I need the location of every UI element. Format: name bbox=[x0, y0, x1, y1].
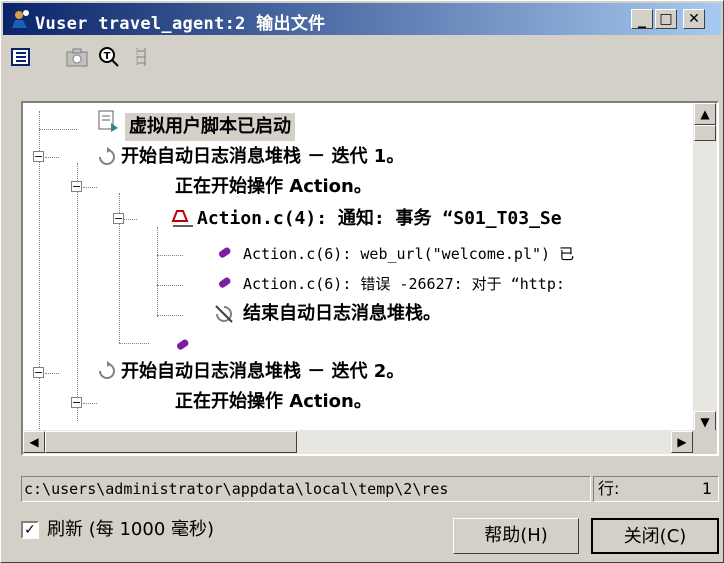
collapse-toggle[interactable]: − bbox=[33, 367, 44, 378]
horizontal-scrollbar[interactable]: ◀ ▶ bbox=[23, 430, 695, 454]
tree-connector bbox=[83, 403, 97, 404]
status-path: c:\users\administrator\appdata\local\tem… bbox=[21, 476, 591, 502]
collapse-toggle[interactable]: − bbox=[71, 397, 82, 408]
detail-view-icon[interactable] bbox=[9, 45, 33, 69]
tree-connector bbox=[83, 187, 97, 188]
pen-icon bbox=[176, 339, 189, 350]
list-item[interactable]: 正在开始操作 Action。 bbox=[175, 387, 372, 417]
tree-connector bbox=[45, 373, 59, 374]
notify-icon bbox=[171, 210, 193, 227]
cycle-icon bbox=[99, 361, 115, 379]
svg-text:T: T bbox=[104, 51, 111, 62]
list-item[interactable]: 开始自动日志消息堆栈 － 迭代 1。 bbox=[121, 142, 404, 172]
tree-connector bbox=[123, 219, 137, 220]
output-window: Vuser travel_agent:2 输出文件 _ □ ✕ T − − − … bbox=[0, 0, 724, 563]
toolbar: T bbox=[7, 45, 307, 73]
status-line: 行: 1 bbox=[593, 476, 719, 502]
refresh-checkbox[interactable]: ✓ bbox=[21, 521, 39, 539]
maximize-button[interactable]: □ bbox=[655, 9, 677, 29]
tree-connector bbox=[157, 315, 183, 316]
list-item[interactable]: 正在开始操作 Action。 bbox=[175, 172, 372, 202]
scroll-thumb[interactable] bbox=[45, 431, 297, 453]
list-item[interactable]: Action.c(6): 错误 -26627: 对于 “http: bbox=[243, 269, 565, 299]
snapshot-icon[interactable] bbox=[65, 45, 89, 69]
tree-connector bbox=[157, 255, 183, 256]
tree-connector bbox=[119, 343, 149, 344]
close-window-button[interactable]: ✕ bbox=[683, 9, 705, 29]
log-tree-view[interactable]: − − − − − 虚拟用户脚本已启动 开始自动日志消息堆栈 － 迭代 1。 正… bbox=[21, 101, 719, 456]
scroll-thumb[interactable] bbox=[694, 125, 716, 141]
line-label: 行: bbox=[598, 479, 620, 498]
line-value: 1 bbox=[701, 479, 712, 498]
tree-icon[interactable] bbox=[131, 45, 155, 69]
minimize-icon: _ bbox=[638, 9, 646, 28]
pen-icon bbox=[218, 277, 231, 288]
tree-connector bbox=[45, 157, 59, 158]
scroll-corner bbox=[693, 430, 717, 454]
tree-content: − − − − − 虚拟用户脚本已启动 开始自动日志消息堆栈 － 迭代 1。 正… bbox=[23, 103, 695, 433]
list-item[interactable]: 结束自动日志消息堆栈。 bbox=[243, 299, 441, 329]
scroll-up-button[interactable]: ▲ bbox=[694, 103, 716, 125]
list-item[interactable]: Action.c(6): web_url("welcome.pl") 已 bbox=[243, 239, 574, 269]
list-item[interactable]: 虚拟用户脚本已启动 bbox=[125, 113, 295, 141]
tree-connector bbox=[157, 285, 183, 286]
collapse-toggle[interactable]: − bbox=[71, 181, 82, 192]
tree-connector bbox=[39, 129, 77, 130]
title-bar[interactable]: Vuser travel_agent:2 输出文件 _ □ ✕ bbox=[3, 3, 721, 35]
vuser-icon bbox=[12, 10, 29, 28]
doc-icon bbox=[98, 110, 118, 132]
scroll-left-button[interactable]: ◀ bbox=[23, 431, 45, 453]
refresh-label[interactable]: 刷新 (每 1000 毫秒) bbox=[47, 516, 214, 544]
help-button[interactable]: 帮助(H) bbox=[453, 518, 579, 554]
tree-connector bbox=[157, 227, 158, 317]
end-icon bbox=[215, 305, 233, 323]
find-icon[interactable]: T bbox=[97, 45, 121, 69]
maximize-icon: □ bbox=[659, 11, 673, 27]
list-item[interactable]: 开始自动日志消息堆栈 － 迭代 2。 bbox=[121, 357, 404, 387]
cycle-icon bbox=[99, 147, 115, 165]
vertical-scrollbar[interactable]: ▲ ▼ bbox=[693, 103, 717, 433]
close-button[interactable]: 关闭(C) bbox=[591, 518, 719, 554]
scroll-right-button[interactable]: ▶ bbox=[671, 431, 693, 453]
collapse-toggle[interactable]: − bbox=[33, 151, 44, 162]
tree-connector bbox=[77, 163, 78, 421]
close-icon: ✕ bbox=[688, 11, 700, 27]
window-title: Vuser travel_agent:2 输出文件 bbox=[35, 14, 326, 34]
list-item[interactable]: Action.c(4): 通知: 事务 “S01_T03_Se bbox=[197, 204, 562, 234]
collapse-toggle[interactable]: − bbox=[113, 213, 124, 224]
pen-icon bbox=[218, 247, 231, 258]
minimize-button[interactable]: _ bbox=[631, 9, 653, 29]
